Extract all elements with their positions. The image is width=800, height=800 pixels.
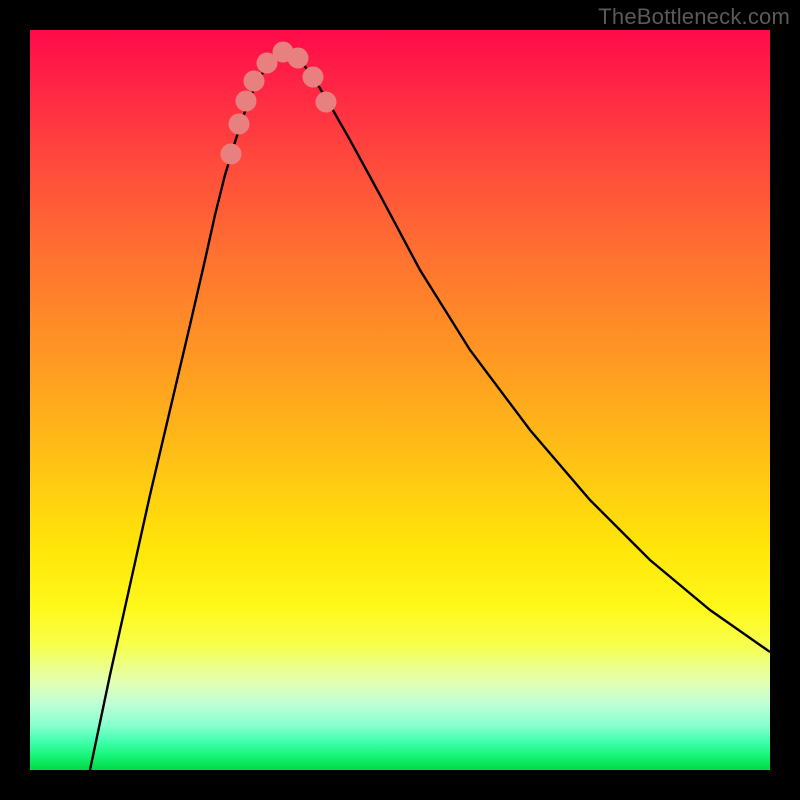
marker-group xyxy=(221,42,337,165)
right-branch-curve xyxy=(285,48,770,652)
data-marker xyxy=(244,71,265,92)
data-marker xyxy=(221,144,242,165)
data-marker xyxy=(236,91,257,112)
data-marker xyxy=(316,92,337,113)
plot-area xyxy=(30,30,770,770)
chart-svg xyxy=(30,30,770,770)
watermark-label: TheBottleneck.com xyxy=(598,4,790,30)
data-marker xyxy=(303,67,324,88)
left-branch-curve xyxy=(90,48,285,770)
curve-group xyxy=(90,48,770,770)
data-marker xyxy=(229,114,250,135)
data-marker xyxy=(288,48,309,69)
chart-frame: TheBottleneck.com xyxy=(0,0,800,800)
